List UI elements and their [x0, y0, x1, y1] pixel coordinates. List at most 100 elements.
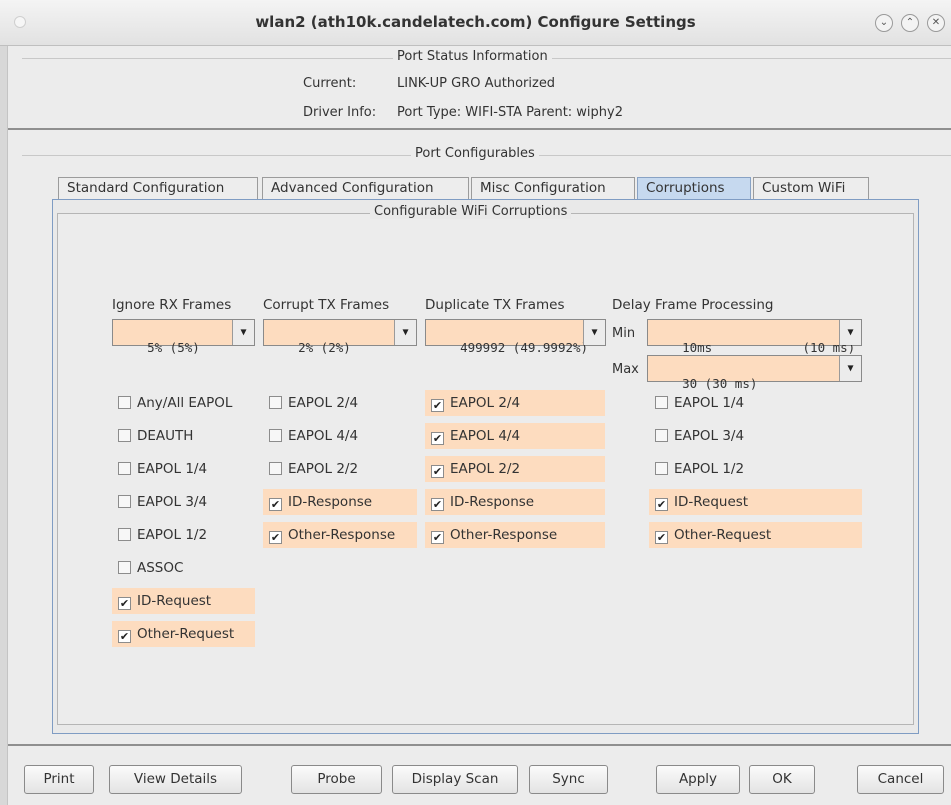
- checkbox-col2-eapol-2-4[interactable]: EAPOL 2/4: [263, 390, 417, 416]
- checkbox-label: EAPOL 2/4: [288, 395, 359, 411]
- configurables-group-title: Port Configurables: [411, 146, 539, 161]
- delay-max-value: 30 (30 ms): [682, 376, 758, 391]
- checkbox-checked-icon[interactable]: ✔: [431, 432, 444, 445]
- duplicate-tx-select[interactable]: 499992 (49.9992%) ▼: [425, 319, 606, 355]
- chevron-down-icon[interactable]: ▼: [839, 356, 861, 381]
- checkbox-unchecked-icon[interactable]: [269, 462, 282, 475]
- ok-button[interactable]: OK: [749, 765, 815, 794]
- maximize-icon[interactable]: ⌃: [901, 14, 919, 32]
- checkbox-col3-other-response[interactable]: ✔ Other-Response: [425, 522, 605, 548]
- delay-min-select[interactable]: 10ms (10 ms) ▼: [647, 319, 862, 355]
- delay-max-select[interactable]: 30 (30 ms) ▼: [647, 355, 862, 391]
- chevron-down-icon[interactable]: ▼: [394, 320, 416, 345]
- checkbox-unchecked-icon[interactable]: [655, 429, 668, 442]
- checkbox-label: EAPOL 2/2: [288, 461, 359, 477]
- checkbox-label: Other-Request: [674, 527, 772, 543]
- checkbox-col1-id-request[interactable]: ✔ ID-Request: [112, 588, 255, 614]
- title-bar: wlan2 (ath10k.candelatech.com) Configure…: [0, 0, 951, 46]
- checkbox-checked-icon[interactable]: ✔: [431, 498, 444, 511]
- checkbox-col4-eapol-3-4[interactable]: EAPOL 3/4: [649, 423, 862, 449]
- checkbox-col3-eapol-4-4[interactable]: ✔ EAPOL 4/4: [425, 423, 605, 449]
- checkbox-col2-id-response[interactable]: ✔ ID-Response: [263, 489, 417, 515]
- cancel-button[interactable]: Cancel: [857, 765, 944, 794]
- delay-max-label: Max: [612, 362, 639, 377]
- button-bar-separator: [8, 744, 951, 746]
- checkbox-col2-eapol-2-2[interactable]: EAPOL 2/2: [263, 456, 417, 482]
- checkbox-col1-any-all-eapol[interactable]: Any/All EAPOL: [112, 390, 255, 416]
- ignore-rx-select[interactable]: 5% (5%) ▼: [112, 319, 255, 355]
- checkbox-checked-icon[interactable]: ✔: [269, 531, 282, 544]
- checkbox-label: EAPOL 1/4: [674, 395, 745, 411]
- checkbox-col3-eapol-2-2[interactable]: ✔ EAPOL 2/2: [425, 456, 605, 482]
- checkbox-label: Other-Response: [288, 527, 396, 543]
- checkbox-col4-other-request[interactable]: ✔ Other-Request: [649, 522, 862, 548]
- checkbox-unchecked-icon[interactable]: [655, 462, 668, 475]
- tab-standard-configuration[interactable]: Standard Configuration: [58, 177, 258, 199]
- checkbox-unchecked-icon[interactable]: [118, 462, 131, 475]
- checkbox-label: EAPOL 3/4: [674, 428, 745, 444]
- checkbox-unchecked-icon[interactable]: [269, 396, 282, 409]
- checkbox-col1-eapol-3-4[interactable]: EAPOL 3/4: [112, 489, 255, 515]
- checkbox-col3-eapol-2-4[interactable]: ✔ EAPOL 2/4: [425, 390, 605, 416]
- delay-processing-label: Delay Frame Processing: [612, 297, 774, 313]
- checkbox-label: EAPOL 1/4: [137, 461, 208, 477]
- checkbox-checked-icon[interactable]: ✔: [118, 597, 131, 610]
- print-button[interactable]: Print: [24, 765, 94, 794]
- checkbox-col1-eapol-1-4[interactable]: EAPOL 1/4: [112, 456, 255, 482]
- checkbox-checked-icon[interactable]: ✔: [655, 531, 668, 544]
- tab-corruptions[interactable]: Corruptions: [637, 177, 751, 199]
- checkbox-checked-icon[interactable]: ✔: [431, 399, 444, 412]
- checkbox-unchecked-icon[interactable]: [118, 495, 131, 508]
- checkbox-col4-eapol-1-2[interactable]: EAPOL 1/2: [649, 456, 862, 482]
- checkbox-checked-icon[interactable]: ✔: [431, 465, 444, 478]
- checkbox-unchecked-icon[interactable]: [118, 396, 131, 409]
- tab-advanced-configuration[interactable]: Advanced Configuration: [262, 177, 469, 199]
- checkbox-col3-id-response[interactable]: ✔ ID-Response: [425, 489, 605, 515]
- checkbox-col4-id-request[interactable]: ✔ ID-Request: [649, 489, 862, 515]
- checkbox-label: EAPOL 1/2: [674, 461, 745, 477]
- close-icon[interactable]: ✕: [927, 14, 945, 32]
- checkbox-checked-icon[interactable]: ✔: [655, 498, 668, 511]
- chevron-down-icon[interactable]: ▼: [232, 320, 254, 345]
- probe-button[interactable]: Probe: [291, 765, 382, 794]
- display-scan-button[interactable]: Display Scan: [392, 765, 518, 794]
- driver-info-value: Port Type: WIFI-STA Parent: wiphy2: [397, 105, 624, 120]
- checkbox-checked-icon[interactable]: ✔: [269, 498, 282, 511]
- checkbox-unchecked-icon[interactable]: [269, 429, 282, 442]
- checkbox-unchecked-icon[interactable]: [118, 528, 131, 541]
- checkbox-col1-assoc[interactable]: ASSOC: [112, 555, 255, 581]
- chevron-down-icon[interactable]: ▼: [839, 320, 861, 345]
- checkbox-col1-other-request[interactable]: ✔ Other-Request: [112, 621, 255, 647]
- checkbox-label: DEAUTH: [137, 428, 194, 444]
- section-separator: [8, 128, 951, 130]
- duplicate-tx-value: 499992 (49.9992%): [460, 340, 589, 355]
- checkbox-label: EAPOL 4/4: [450, 428, 521, 444]
- checkbox-unchecked-icon[interactable]: [655, 396, 668, 409]
- checkbox-col1-eapol-1-2[interactable]: EAPOL 1/2: [112, 522, 255, 548]
- checkbox-unchecked-icon[interactable]: [118, 429, 131, 442]
- checkbox-col1-deauth[interactable]: DEAUTH: [112, 423, 255, 449]
- duplicate-tx-label: Duplicate TX Frames: [425, 297, 565, 313]
- checkbox-label: EAPOL 2/4: [450, 395, 521, 411]
- window-title: wlan2 (ath10k.candelatech.com) Configure…: [255, 13, 696, 31]
- checkbox-label: Other-Response: [450, 527, 558, 543]
- checkbox-col2-other-response[interactable]: ✔ Other-Response: [263, 522, 417, 548]
- checkbox-label: Any/All EAPOL: [137, 395, 233, 411]
- checkbox-col2-eapol-4-4[interactable]: EAPOL 4/4: [263, 423, 417, 449]
- window-left-edge: [0, 46, 8, 805]
- checkbox-checked-icon[interactable]: ✔: [118, 630, 131, 643]
- tab-custom-wifi[interactable]: Custom WiFi: [753, 177, 869, 199]
- minimize-icon[interactable]: ⌄: [875, 14, 893, 32]
- chevron-down-icon[interactable]: ▼: [583, 320, 605, 345]
- status-group-title: Port Status Information: [393, 49, 552, 64]
- ignore-rx-value: 5% (5%): [147, 340, 200, 355]
- checkbox-unchecked-icon[interactable]: [118, 561, 131, 574]
- tab-misc-configuration[interactable]: Misc Configuration: [471, 177, 635, 199]
- checkbox-checked-icon[interactable]: ✔: [431, 531, 444, 544]
- sync-button[interactable]: Sync: [529, 765, 608, 794]
- checkbox-col4-eapol-1-4[interactable]: EAPOL 1/4: [649, 390, 862, 416]
- corrupt-tx-select[interactable]: 2% (2%) ▼: [263, 319, 417, 355]
- apply-button[interactable]: Apply: [656, 765, 740, 794]
- checkbox-label: ID-Response: [288, 494, 373, 510]
- view-details-button[interactable]: View Details: [109, 765, 242, 794]
